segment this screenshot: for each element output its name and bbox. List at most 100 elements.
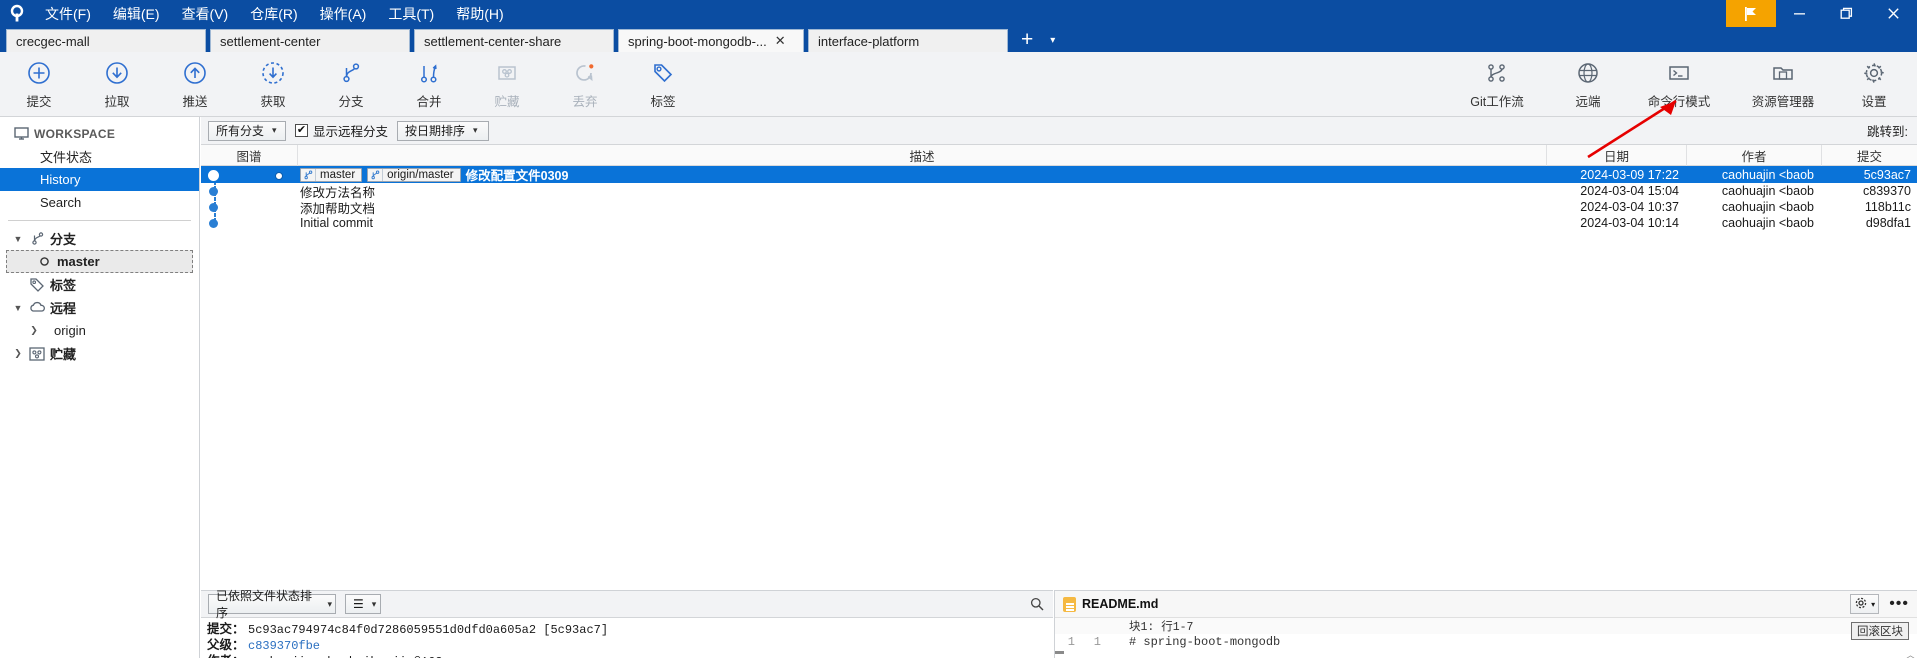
toolbar-remote-button[interactable]: 远端 (1549, 52, 1627, 114)
menu-actions[interactable]: 操作(A) (310, 1, 377, 27)
flag-icon[interactable] (1726, 0, 1776, 27)
ref-chip-origin-master[interactable]: origin/master (367, 167, 461, 182)
sidebar-group-label: 远程 (50, 301, 77, 316)
sidebar-group-label: 分支 (50, 232, 77, 247)
toolbar-merge-button[interactable]: 合并 (390, 52, 468, 114)
column-header-commit[interactable]: 提交 (1822, 145, 1917, 166)
minimize-icon[interactable] (1776, 0, 1823, 27)
menu-file[interactable]: 文件(F) (35, 1, 101, 27)
menu-view[interactable]: 查看(V) (172, 1, 239, 27)
branch-icon (26, 231, 48, 246)
toolbar-push-button[interactable]: 推送 (156, 52, 234, 114)
tab-interface-platform[interactable]: interface-platform (808, 29, 1008, 52)
column-header-description[interactable]: 描述 (298, 144, 1547, 166)
diff-line: 1 1 # spring-boot-mongodb (1055, 634, 1917, 649)
monitor-icon (10, 126, 32, 141)
commit-author: caohuajin <baob (1721, 200, 1814, 214)
list-view-select[interactable]: ☰ ▾ (345, 594, 381, 614)
column-header-date[interactable]: 日期 (1547, 144, 1687, 166)
sort-mode-select[interactable]: 按日期排序 ▾ (397, 120, 490, 141)
branch-filter-select[interactable]: 所有分支 ▾ (208, 120, 286, 141)
diff-settings-button[interactable]: ▾ (1850, 594, 1880, 614)
toolbar-tag-button[interactable]: 标签 (624, 52, 702, 114)
scroll-up-icon[interactable]: ︿ (1906, 648, 1915, 658)
menu-edit[interactable]: 编辑(E) (103, 1, 170, 27)
table-row[interactable]: master origin/master 修改配置文件0309 2024-03-… (201, 166, 1917, 183)
chevron-down-icon[interactable]: ▼ (10, 303, 26, 313)
sidebar-workspace-header[interactable]: WORKSPACE (0, 122, 199, 145)
tab-label: spring-boot-mongodb-... (628, 33, 767, 49)
toolbar-terminal-button[interactable]: 命令行模式 (1627, 52, 1731, 114)
toolbar-commit-button[interactable]: 提交 (0, 52, 78, 114)
menu-help[interactable]: 帮助(H) (446, 1, 513, 27)
toolbar-explorer-button[interactable]: 资源管理器 (1731, 52, 1835, 114)
sidebar-item-label: 文件状态 (40, 150, 93, 165)
toolbar-label: 标签 (650, 95, 676, 109)
graph-node-icon (209, 187, 218, 196)
tab-label: settlement-center (220, 33, 321, 49)
detail-commit-value: 5c93ac794974c84f0d7286059551d0dfd0a605a2… (248, 623, 609, 637)
tab-crecgec-mall[interactable]: crecgec-mall (6, 29, 206, 52)
sidebar-branch-master[interactable]: master (6, 250, 193, 273)
sidebar-remote-origin[interactable]: ❯ origin (0, 319, 199, 342)
chevron-down-icon: ▾ (327, 598, 332, 609)
show-remote-branches-checkbox[interactable]: ✔ 显示远程分支 (295, 121, 388, 140)
diff-panel: README.md ▾ ••• 块1: 行1-7 回滚区块 1 1 # spri… (1054, 590, 1917, 658)
tab-label: interface-platform (818, 33, 920, 49)
toolbar-gitflow-button[interactable]: Git工作流 (1445, 52, 1549, 114)
menu-repository[interactable]: 仓库(R) (240, 1, 307, 27)
toolbar-fetch-button[interactable]: 获取 (234, 52, 312, 114)
sidebar-group-tags[interactable]: 标签 (0, 273, 199, 296)
sidebar-item-search[interactable]: Search (0, 191, 199, 214)
sidebar-divider (8, 220, 191, 221)
chevron-down-icon: ▾ (473, 125, 478, 135)
table-row[interactable]: Initial commit 2024-03-04 10:14 caohuaji… (201, 215, 1917, 231)
sidebar-item-history[interactable]: History (0, 168, 199, 191)
column-header-graph[interactable]: 图谱 (201, 144, 298, 166)
toolbar-stash-button[interactable]: 贮藏 (468, 52, 546, 114)
rollback-hunk-button[interactable]: 回滚区块 (1851, 622, 1909, 640)
file-sort-select[interactable]: 已依照文件状态排序 ▾ (208, 589, 336, 620)
toolbar-settings-button[interactable]: 设置 (1835, 52, 1913, 114)
new-tab-button[interactable]: + (1012, 29, 1042, 52)
chevron-down-icon[interactable]: ▼ (10, 234, 26, 244)
sidebar: WORKSPACE 文件状态 History Search ▼ 分支 maste… (0, 117, 200, 658)
detail-parent-value[interactable]: c839370fbe (248, 639, 320, 653)
splitter-grip[interactable] (1055, 651, 1064, 654)
close-icon[interactable] (1870, 0, 1917, 27)
diff-hunk-header: 块1: 行1-7 回滚区块 (1055, 618, 1917, 640)
line-number-old: 1 (1067, 634, 1075, 649)
table-row[interactable]: 添加帮助文档 2024-03-04 10:37 caohuajin <baob … (201, 199, 1917, 216)
commit-date: 2024-03-04 10:37 (1580, 200, 1679, 214)
sidebar-group-remotes[interactable]: ▼ 远程 (0, 296, 199, 319)
toolbar-discard-button[interactable]: 丢弃 (546, 52, 624, 114)
column-header-author[interactable]: 作者 (1687, 144, 1822, 166)
tab-settlement-center-share[interactable]: settlement-center-share (414, 29, 614, 52)
commit-date: 2024-03-04 15:04 (1580, 184, 1679, 198)
sidebar-item-label: History (40, 172, 81, 187)
more-dots-icon[interactable]: ••• (1889, 596, 1909, 612)
graph-node-icon (209, 203, 218, 212)
tab-settlement-center[interactable]: settlement-center (210, 29, 410, 52)
toolbar-pull-button[interactable]: 拉取 (78, 52, 156, 114)
sidebar-group-branches[interactable]: ▼ 分支 (0, 227, 199, 250)
maximize-icon[interactable] (1823, 0, 1870, 27)
sidebar-remote-label: origin (54, 323, 86, 338)
ref-chip-master[interactable]: master (300, 167, 363, 182)
commit-author: caohuajin <baob (1721, 167, 1814, 182)
tab-spring-boot-mongodb[interactable]: spring-boot-mongodb-... ✕ (618, 29, 804, 52)
detail-author-line: 作者： caohuajin <baobeihuajin@163.com> (207, 654, 1053, 658)
chevron-right-icon[interactable]: ❯ (10, 348, 26, 359)
sidebar-item-file-status[interactable]: 文件状态 (0, 145, 199, 168)
tab-list-chevron-down-icon[interactable]: ▾ (1042, 29, 1063, 52)
tag-icon (26, 277, 48, 293)
toolbar-label: 丢弃 (572, 95, 598, 109)
toolbar-branch-button[interactable]: 分支 (312, 52, 390, 114)
menu-tools[interactable]: 工具(T) (378, 1, 444, 27)
graph-branch-node-icon (275, 171, 283, 180)
search-icon[interactable] (1030, 597, 1044, 614)
chevron-right-icon[interactable]: ❯ (26, 325, 42, 336)
tab-close-icon[interactable]: ✕ (775, 33, 786, 49)
main-toolbar: 提交 拉取 推送 获取 分支 合并 贮藏 丢弃 标签 Git工作流 远端 命令行… (0, 52, 1917, 117)
sidebar-group-stashes[interactable]: ❯ 贮藏 (0, 342, 199, 365)
